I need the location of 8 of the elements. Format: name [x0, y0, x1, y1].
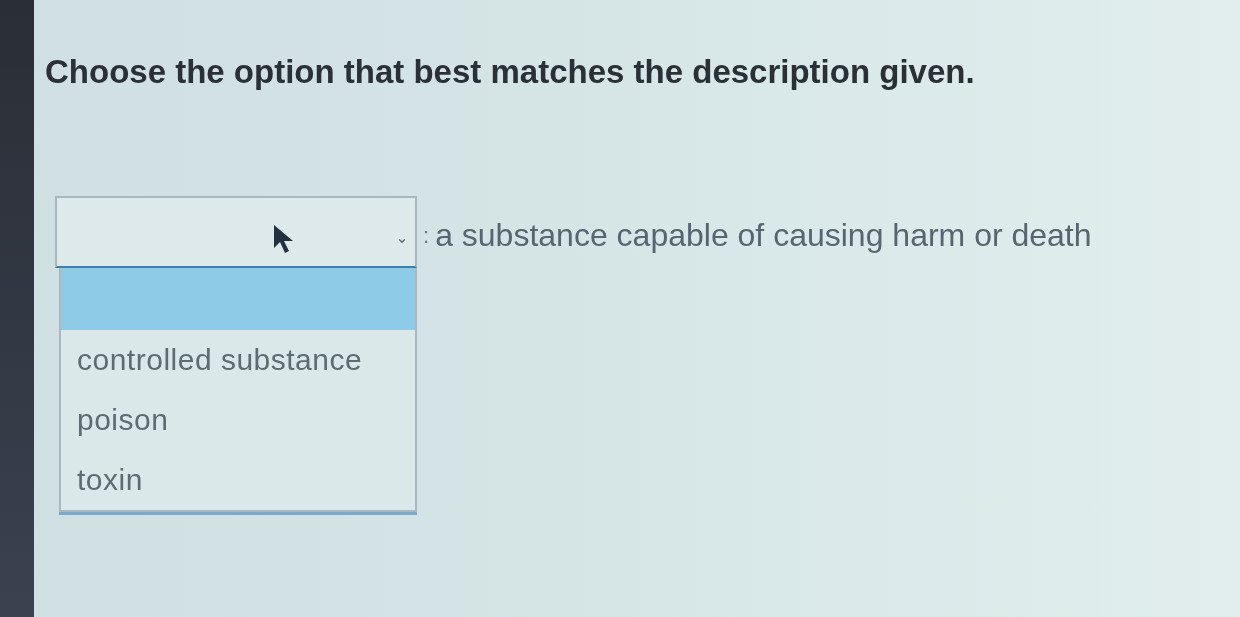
dropdown-option[interactable]: toxin [61, 450, 415, 510]
dropdown-option[interactable]: poison [61, 390, 415, 450]
separator-text: : [423, 221, 430, 250]
dropdown-select[interactable] [55, 196, 417, 268]
dropdown-option[interactable]: controlled substance [61, 330, 415, 390]
mouse-pointer-icon [273, 224, 295, 254]
instruction-text: Choose the option that best matches the description given. [45, 52, 975, 92]
description-text: a substance capable of causing harm or death [435, 216, 1092, 255]
